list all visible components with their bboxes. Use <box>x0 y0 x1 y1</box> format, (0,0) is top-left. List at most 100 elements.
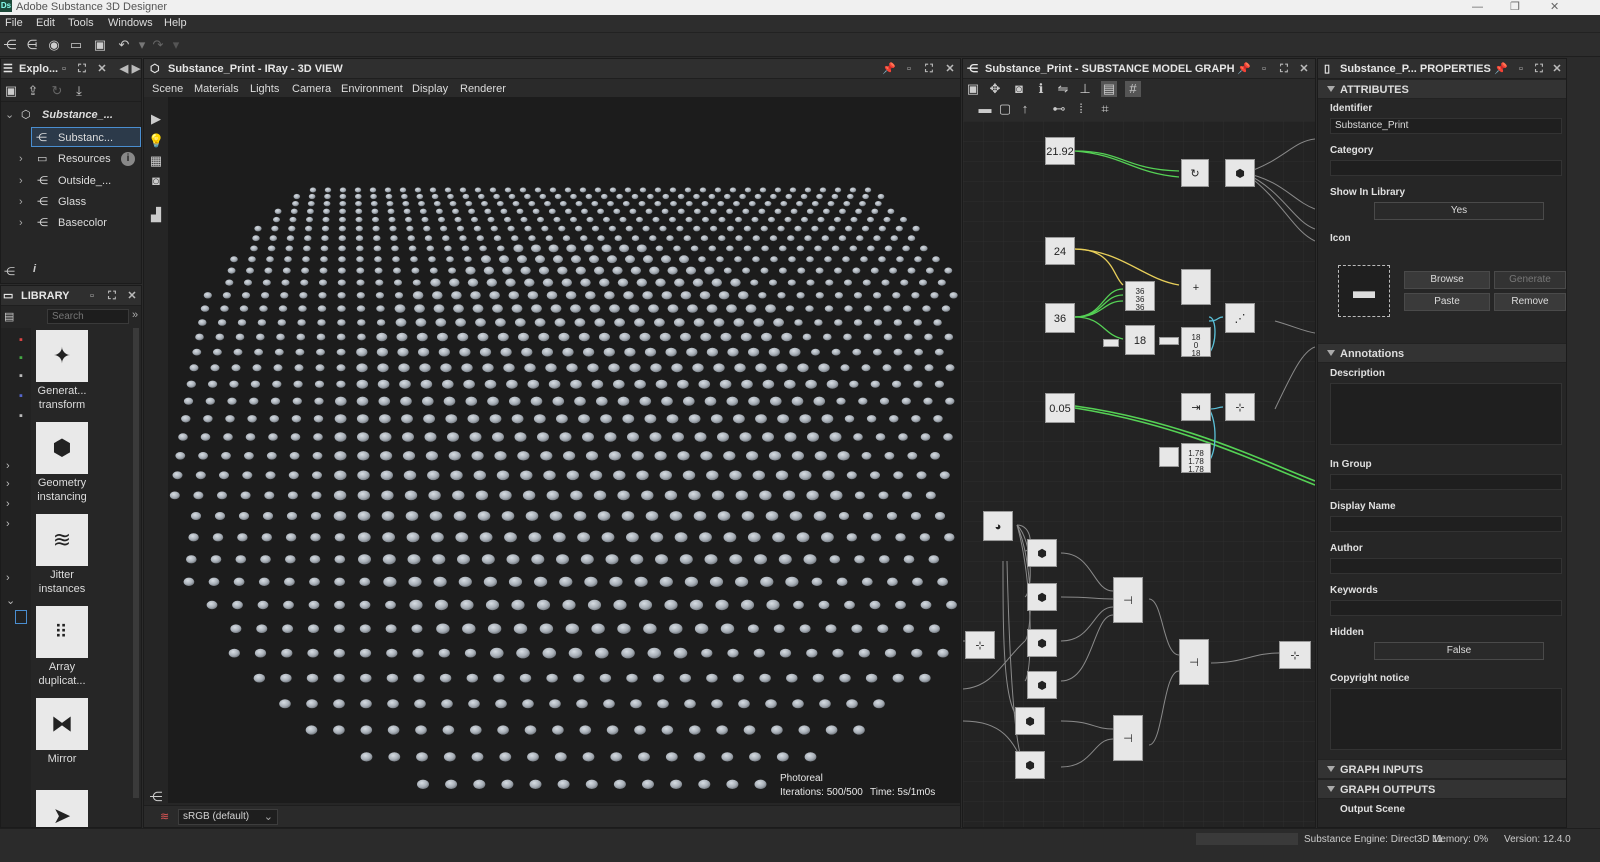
comment-icon[interactable]: ▬ <box>977 101 993 117</box>
close-icon[interactable]: ✕ <box>1550 61 1564 77</box>
category-chevron-icon[interactable]: › <box>6 518 10 530</box>
paste-button[interactable]: Paste <box>1404 293 1490 311</box>
section-attributes[interactable]: ATTRIBUTES <box>1318 79 1566 99</box>
new-substance-icon[interactable]: ⋳ <box>24 37 40 53</box>
link-icon[interactable]: ⇋ <box>1055 81 1071 97</box>
geometry-node[interactable]: ⬢ <box>1027 583 1057 611</box>
section-graph-outputs[interactable]: GRAPH OUTPUTS <box>1318 779 1566 799</box>
identifier-field[interactable]: Substance_Print <box>1330 118 1562 134</box>
chevron-right-icon[interactable]: › <box>19 213 23 233</box>
dot-node-icon[interactable]: ⊷ <box>1051 101 1067 117</box>
value-node[interactable]: 0.05 <box>1045 393 1075 423</box>
save-icon[interactable]: ▣ <box>92 37 108 53</box>
pin-icon[interactable]: 📌 <box>1494 61 1508 77</box>
remove-button[interactable]: Remove <box>1494 293 1566 311</box>
undo-dropdown-icon[interactable]: ▾ <box>134 37 150 53</box>
environment-icon[interactable]: ▦ <box>148 153 164 169</box>
category-chevron-icon[interactable]: › <box>6 478 10 490</box>
library-item-generate-transform[interactable]: ✦ Generat... transform <box>34 330 90 412</box>
small-node[interactable] <box>1103 339 1119 347</box>
library-item-jitter-instances[interactable]: ≋ Jitter instances <box>34 514 90 596</box>
vector-node[interactable]: 18 0 18 <box>1181 327 1211 358</box>
new-graph-icon[interactable]: ⋲ <box>2 37 18 53</box>
close-window-icon[interactable]: ✕ <box>1550 0 1559 15</box>
small-node[interactable] <box>1159 447 1179 467</box>
vector-node[interactable]: 36 36 36 <box>1125 281 1155 312</box>
transform-node[interactable]: ↻ <box>1181 159 1209 187</box>
float-icon[interactable]: ▫ <box>1257 61 1271 77</box>
category-icon[interactable]: ▪ <box>19 410 23 422</box>
chevron-right-icon[interactable]: › <box>19 149 23 169</box>
category-chevron-icon[interactable]: › <box>6 572 10 584</box>
layers-icon[interactable]: ≋ <box>160 810 169 823</box>
value-node[interactable]: 36 <box>1045 303 1075 333</box>
geometry-node[interactable]: ⬢ <box>1015 751 1045 779</box>
info-italic-icon[interactable]: i <box>33 263 36 275</box>
copyright-field[interactable] <box>1330 688 1562 750</box>
keywords-field[interactable] <box>1330 600 1562 616</box>
category-icon[interactable]: ▪ <box>19 370 23 382</box>
category-selected-icon[interactable] <box>15 610 27 624</box>
value-node[interactable]: 18 <box>1125 325 1155 355</box>
tree-item-outside[interactable]: › ⋲ Outside_... <box>1 171 141 191</box>
chevron-down-icon[interactable]: ⌄ <box>5 105 14 125</box>
display-name-field[interactable] <box>1330 516 1562 532</box>
library-float-icon[interactable]: ▫ <box>85 288 99 304</box>
merge-node[interactable]: ⊣ <box>1179 639 1209 685</box>
input-node[interactable]: ⇥ <box>1181 393 1211 421</box>
snapshot-icon[interactable]: ◙ <box>1011 81 1027 97</box>
stats-icon[interactable]: ▟ <box>148 207 164 223</box>
geometry-node[interactable]: ⬢ <box>1015 707 1045 735</box>
undo-icon[interactable]: ↶ <box>116 37 132 53</box>
section-graph-inputs[interactable]: GRAPH INPUTS <box>1318 759 1566 779</box>
instance-node[interactable]: ⬢ <box>1225 159 1255 187</box>
restore-icon[interactable]: ❐ <box>1510 0 1520 15</box>
close-icon[interactable]: ✕ <box>943 61 957 77</box>
publish-icon[interactable]: ⇪ <box>25 83 41 99</box>
close-icon[interactable]: ✕ <box>1297 61 1311 77</box>
source-node[interactable]: ◕ <box>983 511 1013 541</box>
show-in-library-dropdown[interactable]: Yes <box>1374 202 1544 220</box>
3d-viewport[interactable] <box>168 97 960 803</box>
graph-settings-icon[interactable]: ⌗ <box>1097 101 1113 117</box>
hidden-dropdown[interactable]: False <box>1374 642 1544 660</box>
tree-root[interactable]: ⌄ ⬡ Substance_... <box>1 105 141 125</box>
value-node[interactable]: 24 <box>1045 237 1075 265</box>
transform-node[interactable]: ⊹ <box>1225 393 1255 421</box>
frame-all-icon[interactable]: ▣ <box>965 81 981 97</box>
merge-node[interactable]: ⊣ <box>1113 715 1143 761</box>
redo-icon[interactable]: ↷ <box>150 37 166 53</box>
library-scrollbar[interactable] <box>133 328 139 798</box>
chevron-right-icon[interactable]: › <box>19 171 23 191</box>
category-icon[interactable]: ▪ <box>19 334 23 346</box>
layout-icon[interactable]: ▤ <box>1101 81 1117 97</box>
value-node[interactable]: 21.92 <box>1045 137 1075 165</box>
explorer-maximize-icon[interactable]: ⛶ <box>75 61 89 77</box>
tree-item-glass[interactable]: › ⋲ Glass <box>1 192 141 212</box>
redo-dropdown-icon[interactable]: ▾ <box>168 37 184 53</box>
library-maximize-icon[interactable]: ⛶ <box>105 288 119 304</box>
menu-renderer[interactable]: Renderer <box>460 83 506 95</box>
in-group-field[interactable] <box>1330 474 1562 490</box>
tree-item-resources[interactable]: › ▭ Resources i <box>1 149 141 169</box>
menu-tools[interactable]: Tools <box>68 17 94 29</box>
menu-camera[interactable]: Camera <box>292 83 331 95</box>
merge-node[interactable]: ⊣ <box>1113 577 1143 623</box>
category-chevron-icon[interactable]: › <box>6 498 10 510</box>
menu-edit[interactable]: Edit <box>36 17 55 29</box>
pin-node-icon[interactable]: ↑ <box>1017 101 1033 117</box>
explorer-next-icon[interactable]: ▶ <box>129 61 141 77</box>
browse-button[interactable]: Browse <box>1404 271 1490 289</box>
menu-scene[interactable]: Scene <box>152 83 183 95</box>
minimize-icon[interactable]: — <box>1472 0 1483 15</box>
menu-windows[interactable]: Windows <box>108 17 153 29</box>
scene-tree-icon[interactable]: ⋲ <box>148 789 164 805</box>
menu-materials[interactable]: Materials <box>194 83 239 95</box>
align-icon[interactable]: ⊥ <box>1077 81 1093 97</box>
transform-node[interactable]: ⊹ <box>965 631 995 659</box>
category-chevron-icon[interactable]: › <box>6 460 10 472</box>
generate-button[interactable]: Generate <box>1494 271 1566 289</box>
geometry-node[interactable]: ⬢ <box>1027 539 1057 567</box>
output-node[interactable]: ⊹ <box>1279 641 1311 669</box>
geometry-node[interactable]: ⬢ <box>1027 671 1057 699</box>
